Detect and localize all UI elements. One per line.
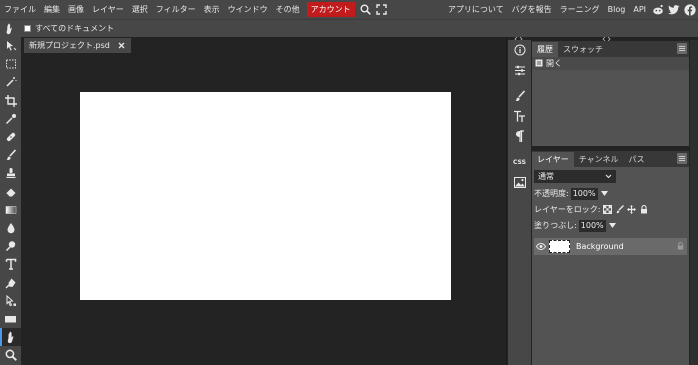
paragraph-icon[interactable] xyxy=(508,126,531,146)
layer-thumbnail xyxy=(549,240,570,253)
crop-tool-icon[interactable] xyxy=(0,92,21,110)
brush-tool-icon[interactable] xyxy=(0,146,21,164)
mini-panel-strip: CSS xyxy=(508,40,531,365)
tab-swatches[interactable]: スウォッチ xyxy=(558,42,608,57)
menu-report-bug[interactable]: バグを報告 xyxy=(508,0,556,19)
healing-brush-icon[interactable] xyxy=(0,128,21,146)
all-documents-label: すべてのドキュメント xyxy=(35,24,115,33)
eyedropper-icon[interactable] xyxy=(0,110,21,128)
history-panel-tabs: 履歴 スウォッチ xyxy=(532,41,689,57)
opacity-label: 不透明度: xyxy=(534,189,569,198)
clone-stamp-icon[interactable] xyxy=(0,164,21,182)
tab-layers[interactable]: レイヤー xyxy=(532,152,574,167)
menu-image[interactable]: 画像 xyxy=(64,0,88,19)
hand-tool-icon[interactable] xyxy=(0,328,21,347)
menu-bar: ファイル 編集 画像 レイヤー 選択 フィルター 表示 ウインドウ その他 アカ… xyxy=(0,0,698,19)
layer-name: Background xyxy=(576,242,624,251)
chevron-down-icon xyxy=(605,171,612,182)
menu-more[interactable]: その他 xyxy=(272,0,304,19)
opacity-dropdown-icon[interactable] xyxy=(600,190,608,198)
menu-blog[interactable]: Blog xyxy=(604,0,630,19)
tools-panel xyxy=(0,37,21,365)
canvas-area[interactable] xyxy=(21,53,506,365)
close-icon[interactable] xyxy=(118,42,126,50)
dodge-tool-icon[interactable] xyxy=(0,237,21,255)
document-tab-label: 新規プロジェクト.psd xyxy=(29,41,110,50)
fill-row: 塗りつぶし: 100% xyxy=(534,219,616,232)
document-icon xyxy=(535,59,543,69)
opacity-input[interactable]: 100% xyxy=(570,187,598,200)
menu-api[interactable]: API xyxy=(629,0,650,19)
document-tabs: 新規プロジェクト.psd xyxy=(24,38,131,53)
search-icon[interactable] xyxy=(358,0,374,19)
info-icon[interactable] xyxy=(508,40,531,60)
menu-view[interactable]: 表示 xyxy=(200,0,224,19)
marquee-tool-icon[interactable] xyxy=(0,55,21,73)
fill-label: 塗りつぶし: xyxy=(534,221,577,230)
reddit-icon[interactable] xyxy=(650,0,666,19)
tab-history[interactable]: 履歴 xyxy=(532,42,558,57)
layer-lock-icon xyxy=(677,241,684,252)
image-icon[interactable] xyxy=(508,172,531,192)
facebook-icon[interactable] xyxy=(682,0,698,19)
options-bar: すべてのドキュメント xyxy=(0,19,698,37)
lock-pixels-icon[interactable] xyxy=(615,205,625,214)
magic-wand-icon[interactable] xyxy=(0,73,21,91)
lock-row: レイヤーをロック: xyxy=(534,203,648,216)
panel-divider[interactable] xyxy=(506,37,507,365)
hand-tool-options-icon xyxy=(0,20,20,38)
blend-mode-value: 通常 xyxy=(538,172,554,181)
document-tab[interactable]: 新規プロジェクト.psd xyxy=(24,38,131,53)
history-entry-label: 開く xyxy=(546,59,562,68)
opacity-row: 不透明度: 100% xyxy=(534,187,608,200)
gradient-tool-icon[interactable] xyxy=(0,201,21,219)
right-panels: 履歴 スウォッチ 開く レイヤー チャンネル パス 通常 不透明度: 100% … xyxy=(532,40,698,365)
menu-window[interactable]: ウインドウ xyxy=(224,0,272,19)
menu-layer[interactable]: レイヤー xyxy=(88,0,128,19)
all-documents-checkbox[interactable] xyxy=(24,25,31,32)
account-button[interactable]: アカウント xyxy=(306,2,355,17)
menu-select[interactable]: 選択 xyxy=(128,0,152,19)
character-icon[interactable] xyxy=(508,106,531,126)
css-icon[interactable]: CSS xyxy=(508,152,531,172)
panel-menu-icon[interactable] xyxy=(677,153,687,164)
document-canvas[interactable] xyxy=(80,92,451,300)
history-entry[interactable]: 開く xyxy=(532,57,689,70)
blur-tool-icon[interactable] xyxy=(0,219,21,237)
menu-about[interactable]: アプリについて xyxy=(444,0,508,19)
path-select-icon[interactable] xyxy=(0,292,21,310)
brush-settings-icon[interactable] xyxy=(508,86,531,106)
adjustments-icon[interactable] xyxy=(508,60,531,80)
layers-panel: レイヤー チャンネル パス 通常 不透明度: 100% レイヤーをロック: 塗り… xyxy=(532,151,689,365)
css-label: CSS xyxy=(513,158,526,166)
fill-input[interactable]: 100% xyxy=(578,219,606,232)
lock-label: レイヤーをロック: xyxy=(534,205,601,214)
pen-tool-icon[interactable] xyxy=(0,273,21,291)
menu-edit[interactable]: 編集 xyxy=(40,0,64,19)
layer-row[interactable]: Background xyxy=(534,238,687,255)
history-panel: 履歴 スウォッチ 開く xyxy=(532,41,689,146)
menu-file[interactable]: ファイル xyxy=(0,0,40,19)
move-tool-icon[interactable] xyxy=(0,37,21,55)
blend-mode-select[interactable]: 通常 xyxy=(534,170,616,183)
menu-bar-right: アプリについて バグを報告 ラーニング Blog API xyxy=(444,0,698,19)
shape-tool-icon[interactable] xyxy=(0,310,21,328)
tab-channels[interactable]: チャンネル xyxy=(574,152,624,167)
zoom-tool-icon[interactable] xyxy=(0,346,21,364)
panel-menu-icon[interactable] xyxy=(677,43,687,54)
lock-position-icon[interactable] xyxy=(627,205,637,214)
twitter-icon[interactable] xyxy=(666,0,682,19)
eye-icon[interactable] xyxy=(534,238,547,255)
panel-scrollbar[interactable] xyxy=(690,40,698,365)
fill-dropdown-icon[interactable] xyxy=(608,222,616,230)
menu-filter[interactable]: フィルター xyxy=(152,0,200,19)
tab-paths[interactable]: パス xyxy=(624,152,650,167)
menu-learning[interactable]: ラーニング xyxy=(556,0,604,19)
eraser-icon[interactable] xyxy=(0,183,21,201)
lock-transparency-icon[interactable] xyxy=(603,205,613,214)
fullscreen-icon[interactable] xyxy=(374,0,390,19)
type-tool-icon[interactable] xyxy=(0,255,21,273)
layers-panel-tabs: レイヤー チャンネル パス xyxy=(532,151,689,167)
lock-all-icon[interactable] xyxy=(639,205,648,214)
